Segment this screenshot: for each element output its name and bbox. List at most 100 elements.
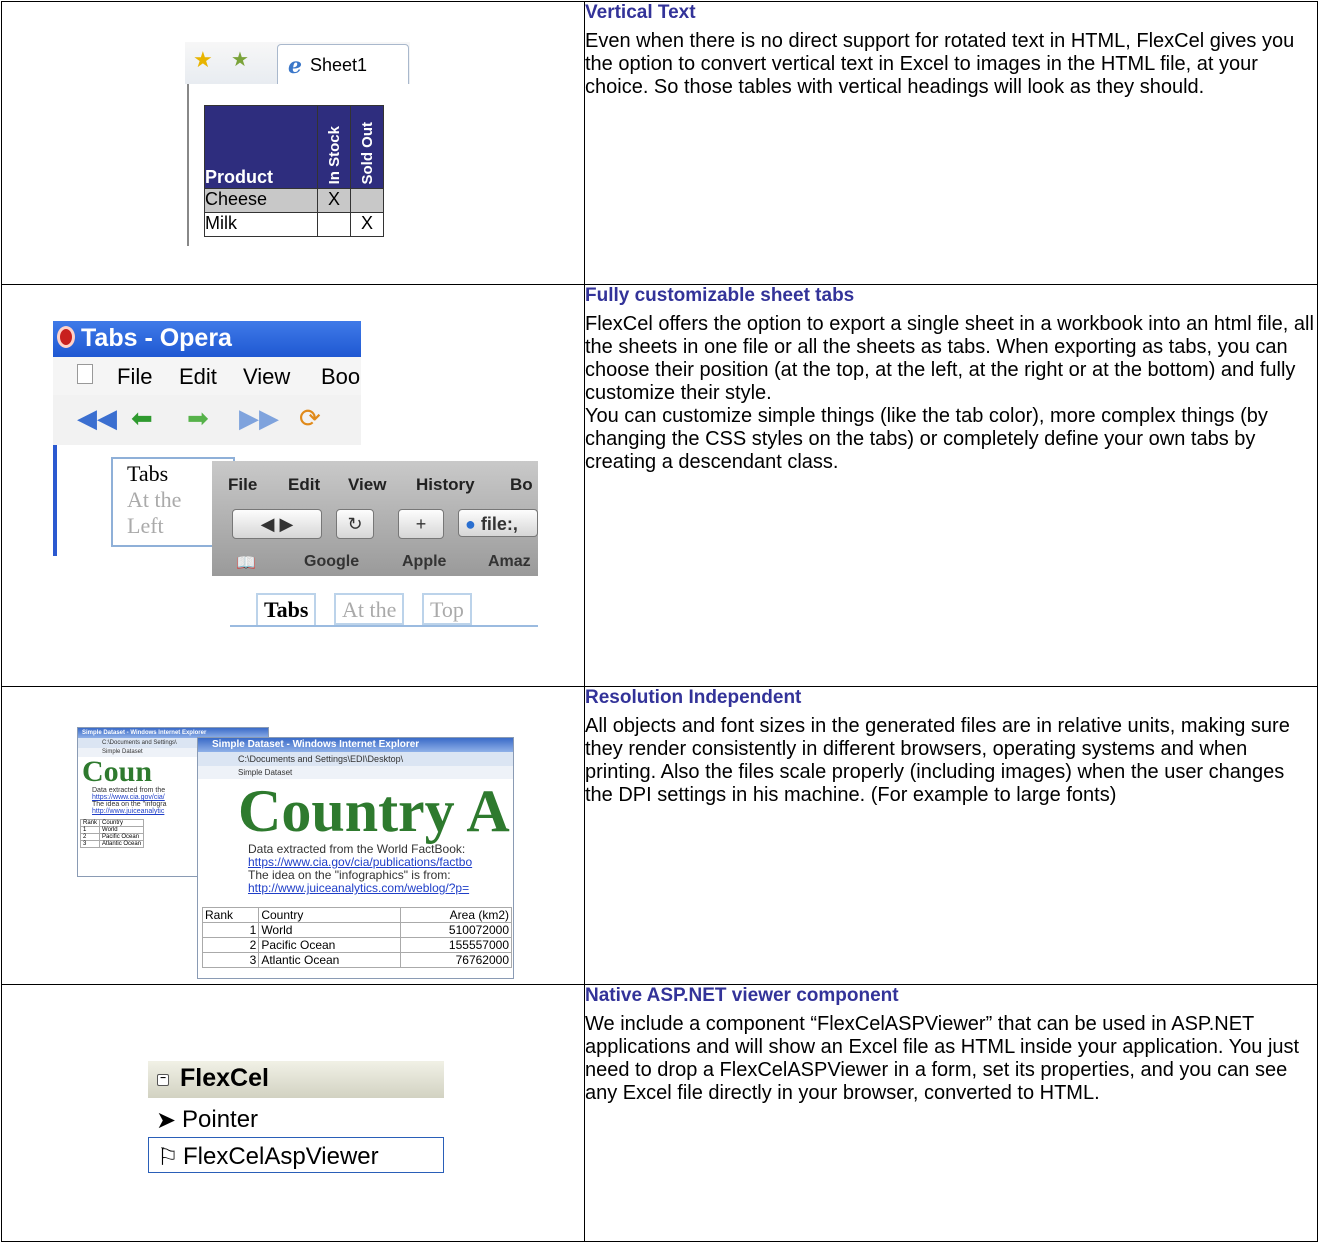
browser-tab[interactable]: e Sheet1 [277, 44, 409, 84]
tab-tabs[interactable]: Tabs [256, 593, 317, 625]
table-cell: 3 [201, 952, 260, 968]
features-table: ★ ★ e Sheet1 Product In Stock Sold Out C… [1, 1, 1318, 1242]
table-cell: X [350, 212, 384, 237]
table-cell [317, 212, 351, 237]
back-forward-buttons[interactable]: ◀ ▶ [232, 509, 322, 539]
toolbox-item-label: FlexCelAspViewer [183, 1143, 379, 1170]
menu-view[interactable]: View [243, 364, 290, 390]
table-cell: 3 [79, 840, 101, 848]
page-edge [187, 84, 189, 246]
table-header: Country [258, 907, 401, 923]
fast-forward-icon[interactable]: ▶▶ [239, 403, 279, 434]
table-cell: 1 [201, 922, 260, 938]
feature-description: Vertical Text Even when there is no dire… [584, 1, 1318, 285]
component-icon: ⚐ [157, 1144, 179, 1171]
tab-tabs[interactable]: Tabs [127, 461, 168, 487]
table-cell: 510072000 [399, 922, 513, 938]
table-cell: 2 [201, 937, 260, 953]
feature-row: ★ ★ e Sheet1 Product In Stock Sold Out C… [1, 1, 1318, 285]
table-cell: World [99, 826, 145, 834]
table-cell: World [258, 922, 401, 938]
rewind-icon[interactable]: ◀◀ [77, 403, 117, 434]
menu-history[interactable]: History [416, 475, 475, 495]
table-row: Milk X [204, 212, 384, 237]
table-cell: Cheese [204, 188, 318, 213]
feature-body: FlexCel offers the option to export a si… [585, 313, 1317, 474]
reload-icon[interactable]: ⟳ [299, 403, 321, 434]
toolbox-group-header[interactable]: − FlexCel [148, 1061, 444, 1098]
bookmark-apple[interactable]: Apple [402, 553, 446, 571]
table-row: Cheese X [204, 188, 384, 213]
tab-left[interactable]: Left [127, 513, 164, 539]
menu-bookmarks[interactable]: Bo [510, 475, 533, 495]
ie-icon: e [288, 53, 302, 79]
feature-title: Vertical Text [585, 2, 696, 23]
tab-at-the[interactable]: At the [334, 593, 405, 625]
table-cell: Pacific Ocean [258, 937, 401, 953]
tab-at-the[interactable]: At the [127, 487, 181, 513]
toolbox-item-flexcelaspviewer[interactable]: ⚐ FlexCelAspViewer [148, 1137, 444, 1173]
forward-arrow-icon[interactable]: ➡ [187, 403, 209, 434]
page-icon [77, 364, 93, 384]
menu-file[interactable]: File [228, 475, 257, 495]
vertical-heading-table: Product In Stock Sold Out Cheese X Milk … [204, 105, 384, 237]
vertical-text-image: ★ ★ e Sheet1 Product In Stock Sold Out C… [1, 1, 585, 285]
collapse-icon[interactable]: − [157, 1074, 169, 1086]
table-cell [350, 188, 384, 213]
favorites-star-icon[interactable]: ★ [193, 47, 213, 73]
address-field[interactable]: ● file:, [458, 509, 538, 537]
table-cell: Milk [204, 212, 318, 237]
feature-description: Fully customizable sheet tabs FlexCel of… [584, 284, 1318, 687]
table-header-row: Product In Stock Sold Out [204, 105, 384, 189]
back-arrow-icon[interactable]: ⬅ [131, 403, 153, 434]
table-cell: 1 [79, 826, 101, 834]
safari-window: File Edit View History Bo ◀ ▶ ↻ + ● file… [212, 461, 538, 646]
table-cell: Atlantic Ocean [99, 840, 145, 848]
feature-body: Even when there is no direct support for… [585, 30, 1317, 99]
opera-logo-icon [57, 326, 75, 348]
table-cell: 155557000 [399, 937, 513, 953]
add-favorites-icon[interactable]: ★ [231, 47, 249, 72]
menu-file[interactable]: File [117, 364, 152, 390]
table-cell: X [317, 188, 351, 213]
tab-top[interactable]: Top [422, 593, 472, 625]
add-bookmark-button[interactable]: + [398, 509, 444, 539]
table-header: Rank [201, 907, 260, 923]
link[interactable]: http://www.juiceanalytics.com/weblog/?p= [198, 882, 513, 895]
feature-paragraph: We include a component “FlexCelASPViewer… [585, 1013, 1300, 1104]
menu-bookmarks[interactable]: Boo [321, 364, 360, 390]
book-icon[interactable]: 📖 [236, 553, 256, 573]
opera-window-title: Tabs - Opera [81, 324, 232, 352]
country-table: Rank Country Area (km2) 1 World 510072000 2P… [201, 907, 513, 968]
safari-toolbar: File Edit View History Bo ◀ ▶ ↻ + ● file… [212, 461, 538, 576]
header-in-stock: In Stock [317, 105, 351, 189]
toolbox-group-label: FlexCel [180, 1064, 269, 1092]
feature-paragraph: Even when there is no direct support for… [585, 30, 1295, 98]
globe-icon: ● [465, 514, 476, 534]
header-product: Product [204, 105, 318, 189]
toolbox-item-label: Pointer [182, 1106, 259, 1133]
country-table: Rank Country 1 World 2 Pacific Ocean 3 Atlan… [79, 819, 145, 848]
feature-paragraph: All objects and font sizes in the genera… [585, 715, 1290, 806]
table-cell: Pacific Ocean [99, 833, 145, 841]
bookmark-amazon[interactable]: Amaz [488, 553, 531, 571]
bookmark-google[interactable]: Google [304, 553, 359, 571]
toolbox-item-pointer[interactable]: ➤ Pointer [148, 1101, 444, 1137]
menu-edit[interactable]: Edit [179, 364, 217, 390]
reload-button[interactable]: ↻ [336, 509, 374, 539]
tab-baseline [230, 625, 538, 627]
window-title: Simple Dataset - Windows Internet Explor… [198, 738, 513, 752]
opera-toolbar: ◀◀ ⬅ ➡ ▶▶ ⟳ [53, 395, 361, 443]
feature-title: Native ASP.NET viewer component [585, 985, 899, 1006]
feature-body: We include a component “FlexCelASPViewer… [585, 1013, 1317, 1105]
menu-edit[interactable]: Edit [288, 475, 320, 495]
opera-title-bar: Tabs - Opera [53, 321, 361, 357]
page-heading: Country A [238, 778, 510, 844]
address-bar[interactable]: C:\Documents and Settings\EDI\Desktop\ [198, 752, 513, 766]
table-cell: Country [99, 819, 145, 827]
menu-view[interactable]: View [348, 475, 386, 495]
opera-menu-bar: File Edit View Boo [53, 357, 361, 395]
table-cell: 2 [79, 833, 101, 841]
feature-description: Resolution Independent All objects and f… [584, 686, 1318, 985]
feature-description: Native ASP.NET viewer component We inclu… [584, 984, 1318, 1242]
